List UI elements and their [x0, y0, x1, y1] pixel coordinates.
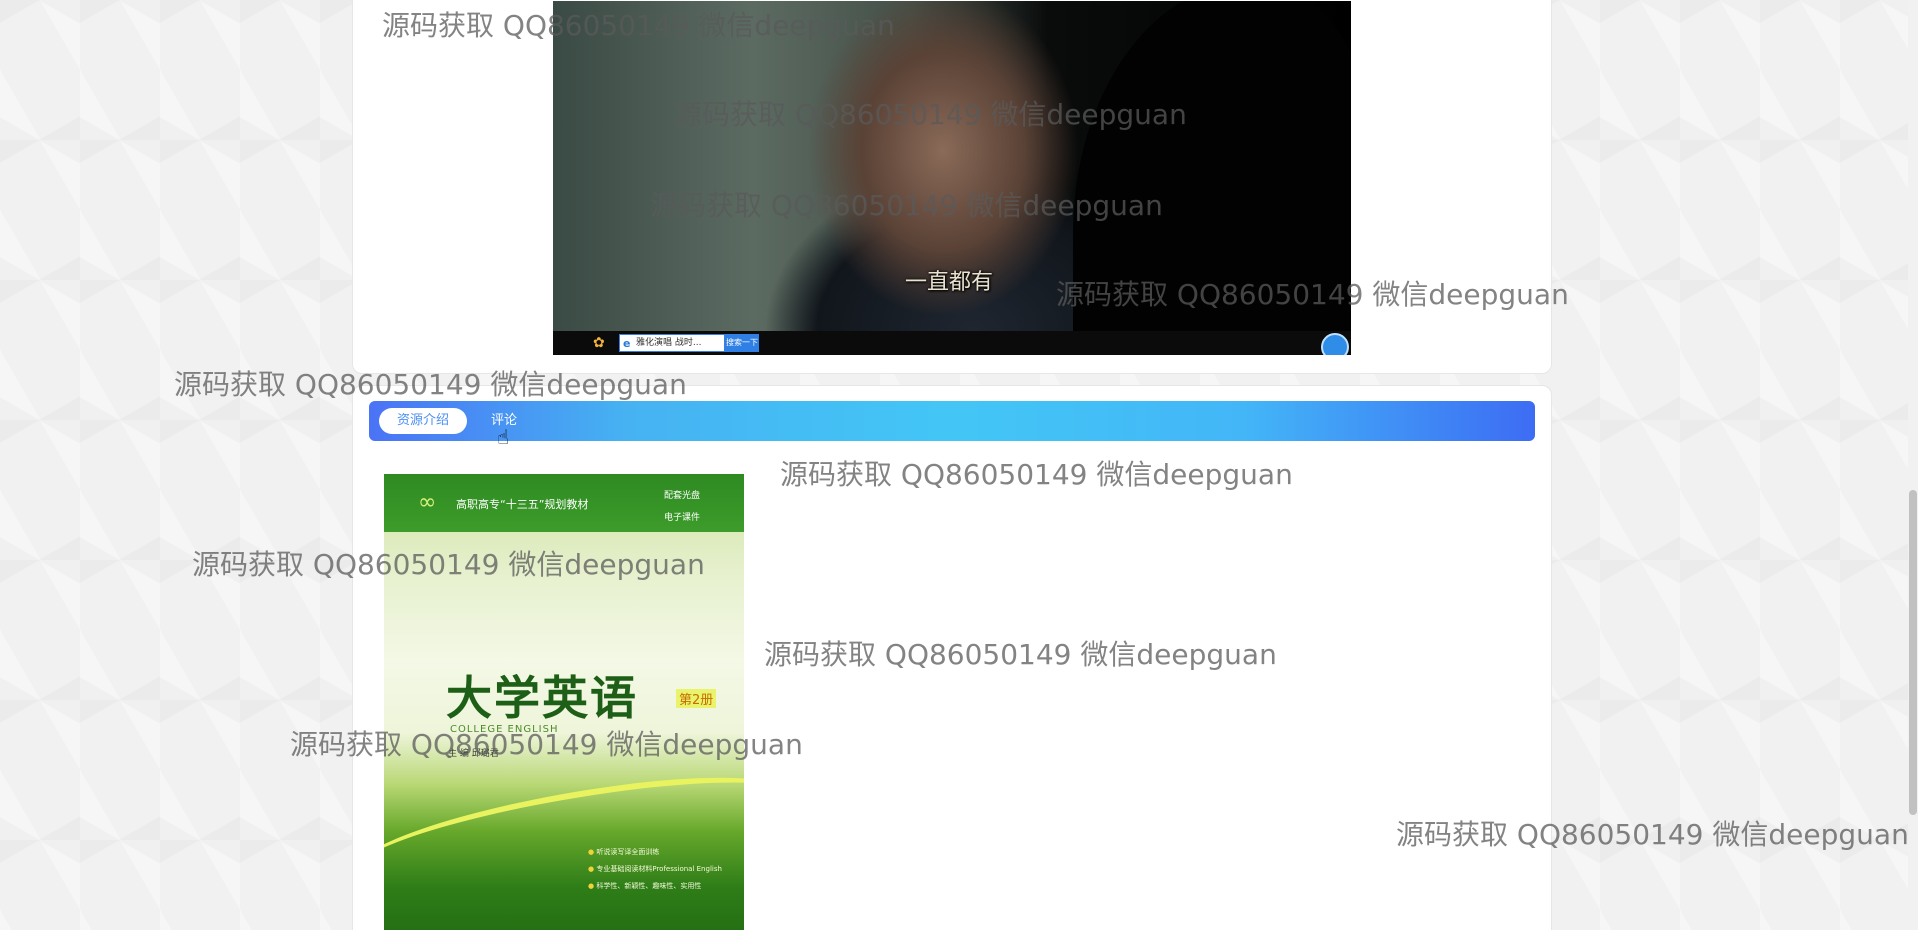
- watermark: 源码获取 QQ86050149 微信deepguan: [174, 368, 687, 401]
- page-scrollbar[interactable]: [1908, 0, 1918, 930]
- watermark: 源码获取 QQ86050149 微信deepguan: [780, 458, 1293, 491]
- hand-cursor-icon: ☝: [497, 425, 510, 449]
- app-logo-icon: ✿: [593, 335, 605, 351]
- ie-icon: e: [623, 337, 631, 350]
- tabs-bar: 资源介绍 评论 ☝: [369, 401, 1535, 449]
- floating-ball-icon[interactable]: [1321, 333, 1349, 355]
- book-bullets: 听说读写译全面训练 专业基础阅读材料Professional English 科…: [588, 844, 722, 895]
- video-embedded-taskbar: ✿ e 雅化演唱 战时... 搜索一下: [553, 331, 1351, 355]
- watermark: 源码获取 QQ86050149 微信deepguan: [650, 189, 1163, 222]
- book-bullet: 专业基础阅读材料Professional English: [588, 865, 722, 873]
- embedded-search-text: 雅化演唱 战时...: [636, 338, 702, 348]
- book-volume: 第2册: [676, 689, 717, 708]
- book-title: 大学英语: [446, 671, 638, 725]
- embedded-search-box: e 雅化演唱 战时...: [619, 334, 725, 352]
- video-subtitle: 一直都有: [905, 270, 994, 295]
- page-scrollbar-thumb[interactable]: [1909, 490, 1917, 815]
- book-bullet: 科学性、新颖性、趣味性、实用性: [588, 882, 701, 890]
- watermark: 源码获取 QQ86050149 微信deepguan: [1056, 278, 1569, 311]
- watermark: 源码获取 QQ86050149 微信deepguan: [290, 728, 803, 761]
- book-badge-ebook: 电子课件: [664, 513, 701, 523]
- book-badge-cd: 配套光盘: [664, 491, 701, 501]
- book-series: 高职高专“十三五”规划教材: [456, 498, 589, 511]
- watermark: 源码获取 QQ86050149 微信deepguan: [192, 548, 705, 581]
- tab-resource-intro[interactable]: 资源介绍: [379, 408, 467, 434]
- book-bullet: 听说读写译全面训练: [588, 848, 659, 856]
- watermark: 源码获取 QQ86050149 微信deepguan: [382, 9, 895, 42]
- embedded-search-button: 搜索一下: [725, 334, 759, 352]
- watermark: 源码获取 QQ86050149 微信deepguan: [764, 638, 1277, 671]
- watermark: 源码获取 QQ86050149 微信deepguan: [674, 98, 1187, 131]
- book-series-logo-icon: ∞: [418, 490, 437, 515]
- watermark: 源码获取 QQ86050149 微信deepguan: [1396, 818, 1909, 851]
